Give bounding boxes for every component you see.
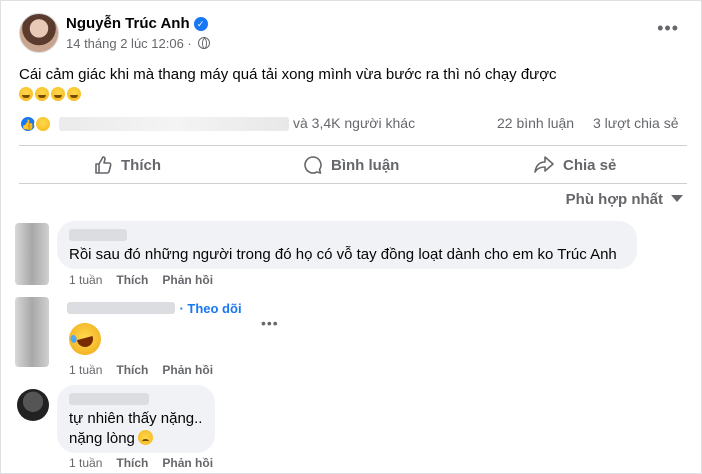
thumbs-up-icon [95, 156, 112, 174]
comment-reply-button[interactable]: Phản hồi [162, 273, 213, 287]
comment-like-button[interactable]: Thích [116, 456, 148, 470]
post-meta: 14 tháng 2 lúc 12:06 · [66, 36, 211, 51]
post-header: Nguyễn Trúc Anh ✓ 14 tháng 2 lúc 12:06 · … [19, 13, 689, 57]
share-button[interactable]: Chia sẻ [533, 147, 616, 183]
like-button-label: Thích [121, 156, 161, 174]
comment-time[interactable]: 1 tuần [69, 363, 102, 377]
verified-badge-icon: ✓ [193, 17, 208, 31]
commenter-avatar[interactable] [15, 223, 49, 285]
comment-icon [304, 156, 322, 174]
comment-button-label: Bình luận [331, 156, 400, 174]
comment-like-button[interactable]: Thích [116, 363, 148, 377]
comment-time[interactable]: 1 tuần [69, 456, 102, 470]
commenter-name-blurred[interactable] [69, 393, 149, 405]
comment-time[interactable]: 1 tuần [69, 273, 102, 287]
divider [19, 145, 687, 146]
share-button-label: Chia sẻ [563, 156, 617, 174]
comment-sort-dropdown[interactable]: Phù hợp nhất [566, 191, 683, 208]
author-avatar[interactable] [19, 13, 59, 53]
comment-text-line1: tự nhiên thấy nặng.. [69, 410, 203, 427]
post-emoji-row [19, 85, 83, 103]
comment-actions: 1 tuần Thích Phản hồi [69, 456, 227, 470]
emoji-icon [19, 86, 33, 101]
comment-actions: 1 tuần Thích Phản hồi [69, 273, 227, 287]
author-name[interactable]: Nguyễn Trúc Anh [66, 15, 190, 32]
commenter-name-blurred[interactable] [67, 302, 175, 314]
laughing-crying-emoji-icon [65, 319, 105, 359]
comment-button[interactable]: Bình luận [303, 147, 399, 183]
comment-header: · Theo dõi [67, 300, 242, 316]
commenter-avatar[interactable] [17, 389, 49, 421]
post-actions: Thích Bình luận Chia sẻ [19, 147, 687, 183]
share-count[interactable]: 3 lượt chia sẻ [593, 115, 678, 131]
reactions-bar: 👍 và 3,4K người khác 22 bình luận 3 lượt… [19, 114, 687, 134]
author-name-row: Nguyễn Trúc Anh ✓ [66, 15, 208, 32]
comment-text: Rồi sau đó những người trong đó họ có vỗ… [69, 246, 617, 263]
emoji-icon [67, 86, 81, 101]
more-options-icon[interactable]: ••• [657, 19, 679, 37]
post-timestamp[interactable]: 14 tháng 2 lúc 12:06 · [66, 36, 192, 51]
commenter-avatar[interactable] [15, 297, 49, 367]
sort-label: Phù hợp nhất [565, 191, 663, 208]
comment-reply-button[interactable]: Phản hồi [162, 363, 213, 377]
like-button[interactable]: Thích [93, 147, 161, 183]
haha-reaction-icon[interactable] [34, 115, 52, 133]
blurred-reactor-names [59, 117, 289, 131]
comment-bubble: Rồi sau đó những người trong đó họ có vỗ… [57, 221, 637, 269]
comment-count[interactable]: 22 bình luận [497, 115, 574, 131]
post-text: Cái cảm giác khi mà thang máy quá tải xo… [19, 66, 557, 83]
emoji-icon [35, 86, 49, 101]
sad-emoji-icon [137, 430, 153, 445]
emoji-icon [51, 86, 65, 101]
follow-button[interactable]: · Theo dõi [179, 301, 241, 316]
comment-actions: 1 tuần Thích Phản hồi [69, 363, 227, 377]
comment-text-line2: nặng lòng [69, 430, 135, 447]
reaction-count[interactable]: và 3,4K người khác [293, 115, 415, 131]
globe-icon [198, 37, 211, 49]
comment-more-icon[interactable]: ••• [261, 316, 279, 330]
caret-down-icon [671, 195, 683, 202]
comment-reply-button[interactable]: Phản hồi [162, 456, 213, 470]
divider [19, 183, 687, 184]
commenter-name-blurred[interactable] [69, 229, 127, 241]
comment-bubble: tự nhiên thấy nặng.. nặng lòng [57, 385, 215, 453]
comment-like-button[interactable]: Thích [116, 273, 148, 287]
share-icon [534, 156, 554, 173]
